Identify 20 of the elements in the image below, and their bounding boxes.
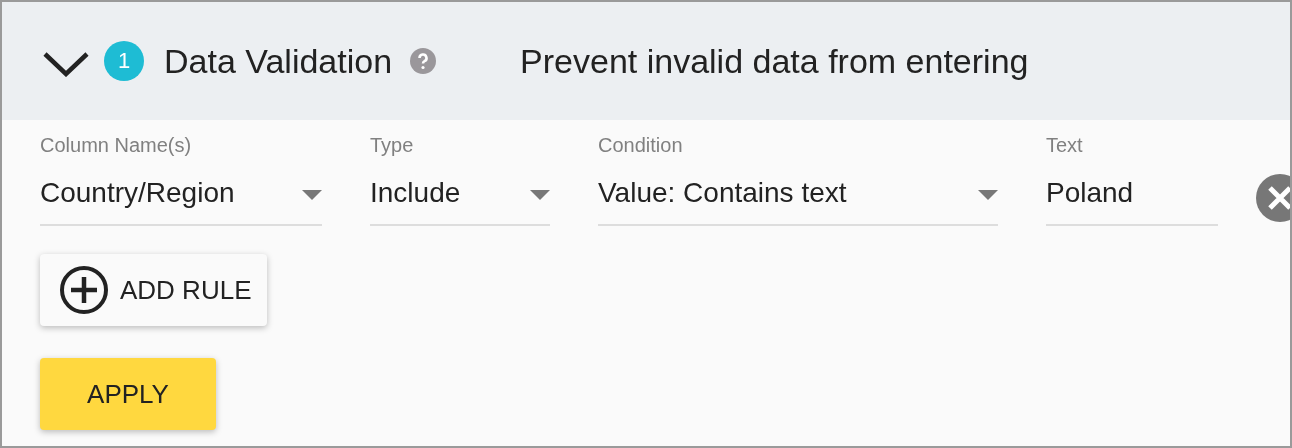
dropdown-field[interactable]: Country/Region xyxy=(40,164,322,226)
field-label: Column Name(s) xyxy=(40,133,193,158)
field-label: Text xyxy=(1046,133,1084,158)
caret-icon xyxy=(978,190,998,200)
caret-icon xyxy=(302,190,322,200)
add-rule-button[interactable]: ADD RULE xyxy=(40,254,268,326)
chevron-icon[interactable] xyxy=(42,51,90,77)
input-field[interactable]: Poland xyxy=(1046,164,1218,226)
help-icon[interactable] xyxy=(410,48,437,74)
panel-subtitle: Prevent invalid data from entering xyxy=(520,41,1029,81)
field-label: Type xyxy=(370,133,415,158)
dropdown-field[interactable]: Value: Contains text xyxy=(598,164,998,226)
caret-icon xyxy=(530,190,550,200)
close-icon[interactable] xyxy=(1256,174,1290,222)
panel-title: Data Validation xyxy=(164,41,393,81)
step-badge: 1 xyxy=(104,41,144,81)
dropdown-field[interactable]: Include xyxy=(370,164,550,226)
field-label: Condition xyxy=(598,133,684,158)
plus-circle-icon xyxy=(58,264,110,316)
apply-button[interactable]: APPLY xyxy=(40,358,216,430)
